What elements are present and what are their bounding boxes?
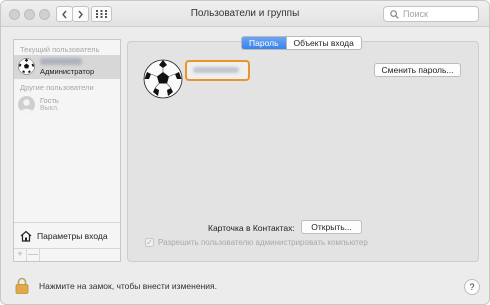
preferences-window: Пользователи и группы Текущий пользовате… xyxy=(0,0,490,305)
guest-avatar xyxy=(18,96,35,113)
add-user-button[interactable]: + xyxy=(14,249,27,261)
current-user-role: Администратор xyxy=(40,67,95,76)
help-button[interactable]: ? xyxy=(464,279,480,295)
allow-admin-checkbox[interactable]: ✓ xyxy=(145,238,154,247)
soccer-ball-icon xyxy=(18,58,35,75)
soccer-ball-icon[interactable] xyxy=(143,59,183,99)
sidebar-item-guest[interactable]: Гость Выкл. xyxy=(14,93,120,117)
tab-login-items[interactable]: Объекты входа xyxy=(285,37,361,49)
full-name-redacted xyxy=(193,67,239,73)
person-silhouette-icon xyxy=(20,99,33,113)
add-remove-bar: + — xyxy=(14,248,120,261)
search-input[interactable] xyxy=(403,9,473,19)
search-field[interactable] xyxy=(383,6,479,22)
tab-password[interactable]: Пароль xyxy=(242,37,286,49)
open-contacts-button[interactable]: Открыть... xyxy=(301,220,362,234)
users-sidebar: Текущий пользователь Администратор Други… xyxy=(13,39,121,262)
current-user-name-redacted xyxy=(40,58,82,65)
title-bar: Пользователи и группы xyxy=(1,1,489,27)
search-icon xyxy=(390,9,399,19)
guest-status: Выкл. xyxy=(40,105,59,112)
tab-bar: Пароль Объекты входа xyxy=(241,36,362,50)
allow-admin-label: Разрешить пользователю администрировать … xyxy=(158,238,368,247)
lock-hint-text: Нажмите на замок, чтобы внести изменения… xyxy=(39,281,217,291)
full-name-field[interactable] xyxy=(185,60,250,81)
sidebar-item-current-user[interactable]: Администратор xyxy=(14,55,120,79)
current-user-section-label: Текущий пользователь xyxy=(20,45,100,54)
other-users-section-label: Другие пользователи xyxy=(20,83,94,92)
change-password-button[interactable]: Сменить пароль... xyxy=(374,63,461,77)
guest-name: Гость xyxy=(40,96,59,105)
login-options-label: Параметры входа xyxy=(37,230,108,241)
allow-admin-checkbox-row: ✓ Разрешить пользователю администрироват… xyxy=(145,238,368,247)
house-icon xyxy=(20,230,32,242)
login-options-item[interactable]: Параметры входа xyxy=(14,222,120,248)
contacts-card-label: Карточка в Контактах: xyxy=(208,223,295,233)
lock-icon[interactable] xyxy=(15,277,29,294)
remove-user-button[interactable]: — xyxy=(27,249,40,261)
